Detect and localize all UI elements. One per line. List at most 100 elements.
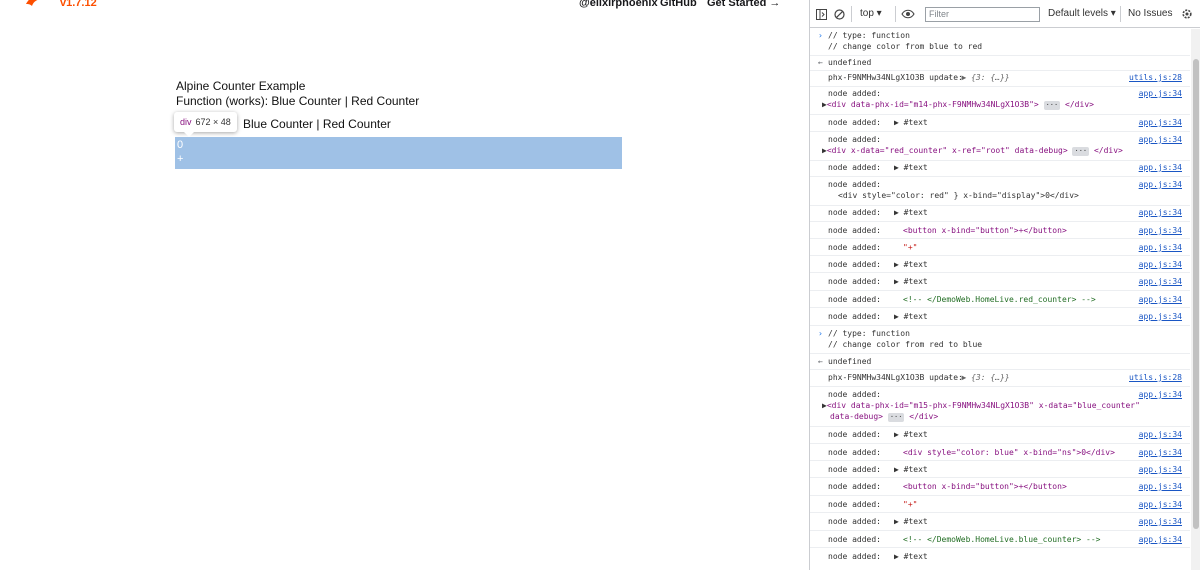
- log-label: node added:: [828, 89, 881, 98]
- log-label: node added:: [828, 135, 881, 144]
- log-value[interactable]: ▶ #text: [894, 430, 928, 439]
- twitter-link[interactable]: @elixirphoenix: [579, 0, 658, 9]
- github-link[interactable]: GitHub: [660, 0, 697, 9]
- element-inspector-tooltip: div 672 × 48: [174, 112, 237, 137]
- ellipsis-badge[interactable]: ···: [1072, 147, 1090, 156]
- dom-node-text[interactable]: <div style="color: red" } x-bind="displa…: [838, 191, 1079, 200]
- log-label: node added:: [828, 208, 881, 217]
- eye-icon[interactable]: [901, 9, 915, 19]
- console-log-entry: node added: app.js:34 ▶<div data-phx-id=…: [810, 390, 1190, 424]
- dom-node-preview[interactable]: ▶<div data-phx-id="m15-phx-F9NMHw34NLgX1…: [822, 401, 1140, 410]
- source-link[interactable]: app.js:34: [1139, 465, 1182, 474]
- dom-node-text: <div data-phx-id="m14-phx-F9NMHw34NLgX1O…: [826, 100, 1039, 109]
- log-value[interactable]: <!-- </DemoWeb.HomeLive.red_counter> -->: [903, 295, 1096, 304]
- source-link[interactable]: app.js:34: [1139, 180, 1182, 189]
- function-line: Function (works): Blue Counter | Red Cou…: [176, 94, 420, 108]
- log-value[interactable]: ▶ #text: [894, 465, 928, 474]
- log-value[interactable]: ▶ #text: [894, 277, 928, 286]
- source-link[interactable]: app.js:34: [1139, 295, 1182, 304]
- log-label: node added:: [828, 430, 881, 439]
- dom-node-text-cont: data-debug>: [830, 412, 883, 421]
- source-link[interactable]: app.js:34: [1139, 89, 1182, 98]
- web-page: v1.7.12 @elixirphoenix GitHub Get Starte…: [0, 0, 809, 570]
- get-started-link[interactable]: Get Started →: [707, 0, 780, 9]
- log-label: node added:: [828, 535, 881, 544]
- prompt-chevron-icon: ›: [818, 31, 823, 40]
- log-label: node added:: [828, 312, 881, 321]
- source-link[interactable]: app.js:34: [1139, 535, 1182, 544]
- log-label: node added:: [828, 260, 881, 269]
- source-link[interactable]: app.js:34: [1139, 390, 1182, 399]
- dom-node-preview[interactable]: ▶<div x-data="red_counter" x-ref="root" …: [822, 146, 1123, 156]
- log-value[interactable]: "+": [903, 500, 917, 509]
- source-link[interactable]: app.js:34: [1139, 260, 1182, 269]
- scrollbar-thumb[interactable]: [1193, 59, 1199, 529]
- source-link[interactable]: app.js:34: [1139, 243, 1182, 252]
- source-link[interactable]: app.js:34: [1139, 517, 1182, 526]
- top-navigation: v1.7.12 @elixirphoenix GitHub Get Starte…: [0, 0, 809, 14]
- console-log-entry: node added: app.js:34 <div style="color:…: [810, 180, 1190, 204]
- counter-links[interactable]: Blue Counter | Red Counter: [243, 117, 391, 131]
- log-label: node added:: [828, 243, 881, 252]
- source-link[interactable]: app.js:34: [1139, 226, 1182, 235]
- console-scrollbar[interactable]: [1191, 29, 1200, 570]
- log-value[interactable]: ▶ #text: [894, 118, 928, 127]
- source-link[interactable]: app.js:34: [1139, 277, 1182, 286]
- log-object[interactable]: - ▶ {3: {…}}: [947, 373, 1010, 382]
- source-link[interactable]: app.js:34: [1139, 500, 1182, 509]
- console-log-entry: node added: ▶ #text app.js:34: [810, 465, 1190, 477]
- context-selector[interactable]: top ▾: [860, 0, 882, 28]
- issues-button[interactable]: No Issues: [1128, 0, 1172, 28]
- source-link[interactable]: app.js:34: [1139, 118, 1182, 127]
- log-value[interactable]: ▶ #text: [894, 163, 928, 172]
- context-label: top: [860, 8, 874, 19]
- source-link[interactable]: app.js:34: [1139, 430, 1182, 439]
- log-value[interactable]: ▶ #text: [894, 260, 928, 269]
- return-arrow-icon: ←: [818, 58, 823, 67]
- console-log-entry: node added: ▶ #text app.js:34: [810, 517, 1190, 529]
- log-label: node added:: [828, 180, 881, 189]
- log-object[interactable]: - ▶ {3: {…}}: [947, 73, 1010, 82]
- counter-value: 0: [177, 139, 184, 151]
- return-arrow-icon: ←: [818, 357, 823, 366]
- log-value[interactable]: <button x-bind="button">+</button>: [903, 482, 1067, 491]
- page-title: Alpine Counter Example: [176, 79, 306, 93]
- log-value[interactable]: <button x-bind="button">+</button>: [903, 226, 1067, 235]
- source-link[interactable]: app.js:34: [1139, 208, 1182, 217]
- source-link[interactable]: app.js:34: [1139, 312, 1182, 321]
- phoenix-logo-icon[interactable]: [24, 0, 48, 10]
- source-link[interactable]: app.js:34: [1139, 163, 1182, 172]
- console-log-entry: node added: <!-- </DemoWeb.HomeLive.red_…: [810, 295, 1190, 307]
- tooltip-dimensions: 672 × 48: [195, 117, 231, 127]
- source-link[interactable]: app.js:34: [1139, 482, 1182, 491]
- log-value[interactable]: <!-- </DemoWeb.HomeLive.blue_counter> --…: [903, 535, 1100, 544]
- log-label: node added:: [828, 226, 881, 235]
- dom-node-preview[interactable]: ▶<div data-phx-id="m14-phx-F9NMHw34NLgX1…: [822, 100, 1094, 110]
- log-value[interactable]: ▶ #text: [894, 208, 928, 217]
- console-log-entry: node added: ▶ #text app.js:34: [810, 163, 1190, 175]
- log-label: node added:: [828, 118, 881, 127]
- console-output: › // type: function // change color from…: [810, 29, 1190, 570]
- log-value[interactable]: ▶ #text: [894, 517, 928, 526]
- log-levels-dropdown[interactable]: Default levels ▾: [1048, 0, 1116, 28]
- filter-input[interactable]: Filter: [925, 7, 1040, 22]
- source-link[interactable]: app.js:34: [1139, 135, 1182, 144]
- log-value[interactable]: ▶ #text: [894, 552, 928, 561]
- console-log-entry: node added: "+" app.js:34: [810, 243, 1190, 255]
- source-link[interactable]: utils.js:28: [1129, 73, 1182, 82]
- log-value[interactable]: "+": [903, 243, 917, 252]
- settings-gear-icon[interactable]: [1181, 8, 1193, 20]
- increment-button[interactable]: +: [177, 153, 183, 165]
- log-value[interactable]: <div style="color: blue" x-bind="ns">0</…: [903, 448, 1115, 457]
- sidebar-toggle-icon[interactable]: [816, 9, 827, 20]
- ellipsis-badge[interactable]: ···: [1043, 101, 1061, 110]
- log-value[interactable]: ▶ #text: [894, 312, 928, 321]
- dom-node-preview-cont[interactable]: data-debug> ··· </div>: [830, 412, 938, 422]
- console-log-entry: node added: app.js:34 ▶<div x-data="red_…: [810, 135, 1190, 159]
- source-link[interactable]: app.js:34: [1139, 448, 1182, 457]
- clear-console-icon[interactable]: [834, 9, 845, 20]
- source-link[interactable]: utils.js:28: [1129, 373, 1182, 382]
- console-log-entry: node added: <!-- </DemoWeb.HomeLive.blue…: [810, 535, 1190, 547]
- ellipsis-badge[interactable]: ···: [887, 413, 905, 422]
- console-log-entry: phx-F9NMHw34NLgX1O3B update: - ▶ {3: {…}…: [810, 373, 1190, 385]
